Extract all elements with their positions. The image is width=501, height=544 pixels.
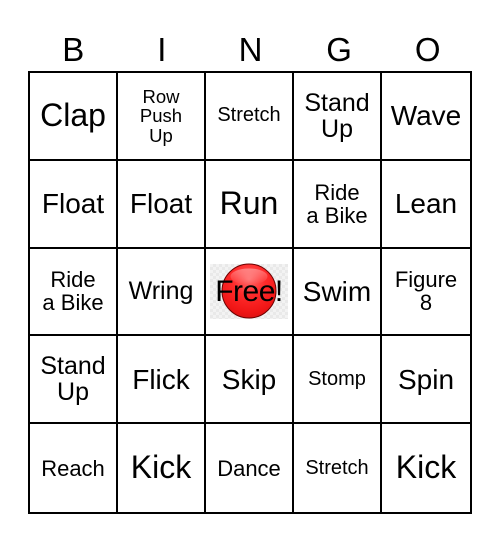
bingo-cell[interactable]: Stand Up	[294, 73, 382, 161]
bingo-header: B I N G O	[29, 30, 472, 70]
bingo-cell[interactable]: Skip	[206, 336, 294, 425]
header-letter-i: I	[157, 31, 167, 68]
cell-label: Row Push Up	[139, 85, 183, 146]
cell-label: Wave	[390, 100, 462, 132]
cell-label: Wring	[128, 277, 194, 306]
cell-label: Stretch	[305, 456, 369, 479]
bingo-cell[interactable]: Stomp	[294, 336, 382, 425]
cell-label: Float	[129, 188, 193, 219]
header-letter-n: N	[238, 31, 263, 68]
free-space-cell[interactable]: Free!	[206, 248, 294, 337]
cell-label: Stretch	[217, 104, 281, 127]
bingo-cell[interactable]: Wring	[118, 248, 206, 337]
cell-label: Stand Up	[304, 88, 370, 143]
cell-label: Spin	[397, 363, 455, 395]
header-letter-g: G	[326, 31, 352, 68]
cell-label: Flick	[132, 363, 190, 395]
cell-label: Reach	[41, 455, 105, 481]
cell-label: Dance	[217, 455, 281, 481]
cell-label: Kick	[130, 449, 192, 486]
bingo-cell[interactable]: Kick	[118, 424, 206, 512]
bingo-cell[interactable]: Spin	[382, 336, 470, 425]
cell-label: Float	[41, 188, 105, 219]
bingo-cell[interactable]: Ride a Bike	[294, 160, 382, 249]
cell-label: Lean	[394, 188, 458, 219]
cell-label: Clap	[40, 97, 106, 134]
bingo-cell[interactable]: Wave	[382, 73, 470, 161]
bingo-cell[interactable]: Kick	[382, 424, 470, 512]
cell-label: Kick	[395, 449, 457, 486]
bingo-cell[interactable]: Flick	[118, 336, 206, 425]
bingo-cell[interactable]: Stretch	[294, 424, 382, 512]
cell-label: Ride a Bike	[42, 267, 104, 316]
cell-label: Run	[219, 184, 279, 221]
bingo-cell[interactable]: Clap	[30, 73, 118, 161]
bingo-cell[interactable]: Stand Up	[30, 336, 118, 425]
bingo-cell[interactable]: Figure 8	[382, 249, 470, 337]
cell-label: Stomp	[308, 367, 366, 390]
bingo-cell[interactable]: Swim	[294, 248, 382, 337]
bingo-cell[interactable]: Reach	[30, 424, 118, 512]
bingo-cell[interactable]: Row Push Up	[118, 73, 206, 161]
bingo-grid: Clap Row Push Up Stretch Stand Up Wave Float F…	[28, 71, 472, 514]
bingo-cell[interactable]: Float	[30, 160, 118, 249]
cell-label: Swim	[302, 275, 372, 307]
header-letter-b: B	[62, 31, 85, 68]
bingo-cell[interactable]: Float	[118, 160, 206, 249]
header-letter-o: O	[414, 31, 441, 68]
cell-label: Stand Up	[40, 352, 106, 407]
bingo-cell[interactable]: Lean	[382, 161, 470, 249]
bingo-cell[interactable]: Ride a Bike	[30, 248, 118, 337]
cell-label: Ride a Bike	[306, 179, 368, 228]
cell-label: Figure 8	[394, 267, 458, 316]
bingo-cell[interactable]: Run	[206, 160, 294, 249]
bingo-cell[interactable]: Stretch	[206, 73, 294, 161]
free-space-label: Free!	[215, 274, 283, 308]
cell-label: Skip	[221, 363, 277, 395]
bingo-cell[interactable]: Dance	[206, 424, 294, 512]
